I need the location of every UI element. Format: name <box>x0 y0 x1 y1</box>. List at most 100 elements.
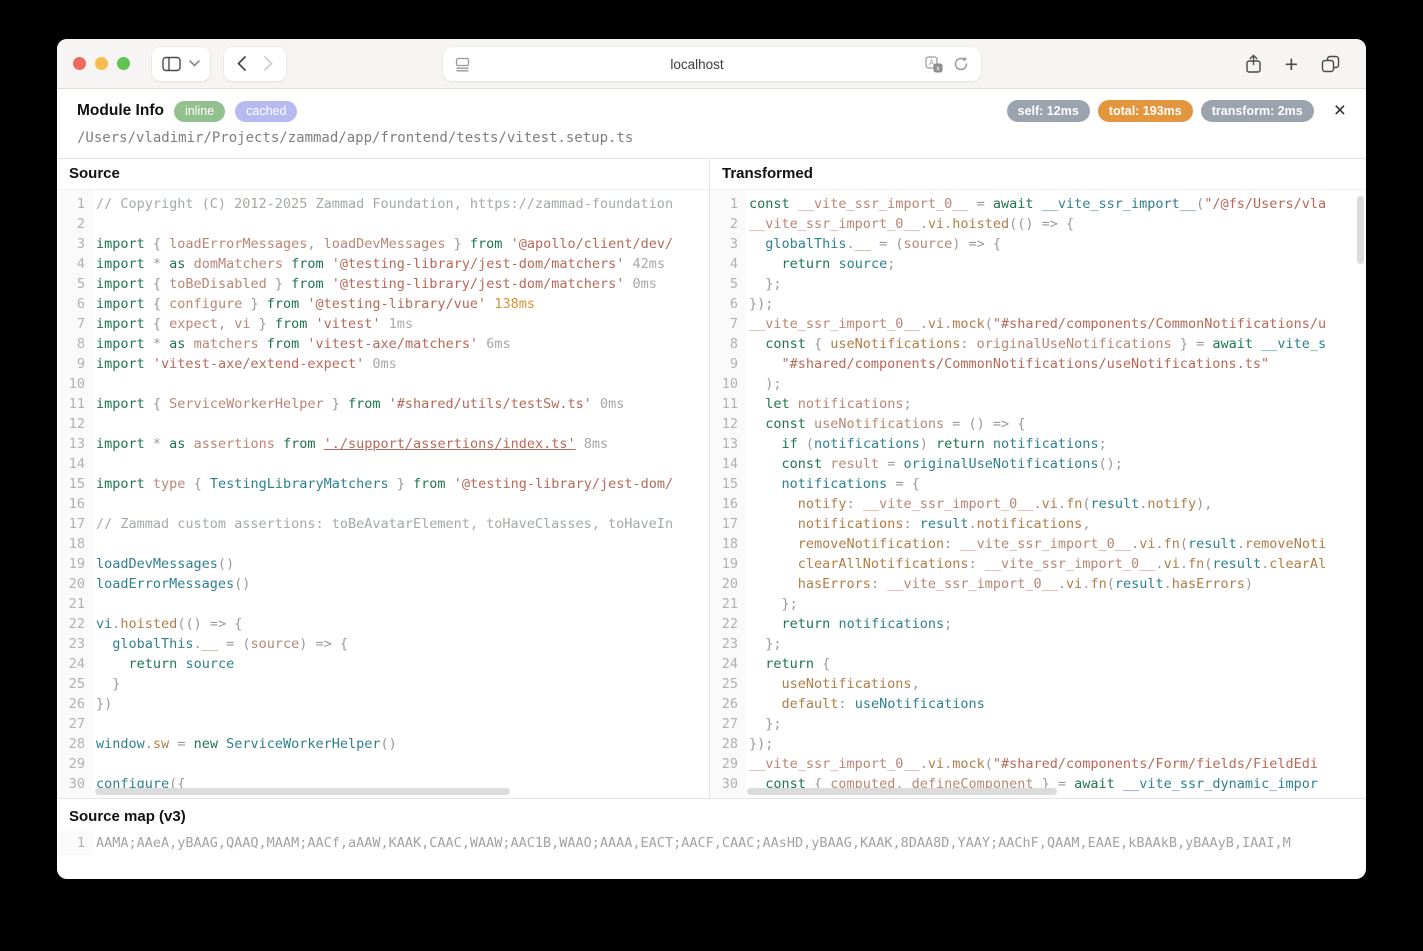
minimize-window-button[interactable] <box>95 57 108 70</box>
code-token: __vite_ssr_import_0__ <box>960 536 1131 552</box>
sidebar-toggle-button[interactable] <box>152 47 210 81</box>
url-text[interactable]: localhost <box>470 57 925 72</box>
code-token: globalThis <box>765 236 846 252</box>
code-text: }) <box>93 694 709 714</box>
new-tab-button[interactable]: + <box>1285 54 1298 74</box>
code-token: * <box>145 336 169 352</box>
code-token: 42ms <box>624 256 665 272</box>
code-token <box>749 516 798 532</box>
code-token: 'vitest-axe/extend-expect' <box>153 356 364 372</box>
tab-overview-icon[interactable] <box>1321 55 1340 73</box>
code-token: vi <box>1164 556 1180 572</box>
code-token: source <box>250 636 299 652</box>
code-token: ) <box>920 436 936 452</box>
code-text: hasErrors: __vite_ssr_import_0__.vi.fn(r… <box>746 574 1366 594</box>
code-token: : <box>960 336 976 352</box>
line-number: 15 <box>710 474 746 494</box>
code-line: 24 return { <box>710 654 1366 674</box>
back-button[interactable] <box>237 56 246 71</box>
code-token <box>1034 196 1042 212</box>
code-token <box>275 436 283 452</box>
line-number: 7 <box>57 314 93 334</box>
translate-icon[interactable]: Ax <box>925 56 943 73</box>
code-token: 0ms <box>592 396 625 412</box>
line-number: 29 <box>710 754 746 774</box>
code-line: 2__vite_ssr_import_0__.vi.hoisted(() => … <box>710 214 1366 234</box>
code-token: useNotifications <box>814 416 944 432</box>
code-token: __vite_ssr_import_0__ <box>749 316 920 332</box>
code-token <box>749 676 782 692</box>
code-token: fn <box>1090 576 1106 592</box>
code-line: 6}); <box>710 294 1366 314</box>
code-token: { <box>145 296 169 312</box>
reload-icon[interactable] <box>953 56 969 72</box>
reader-icon[interactable] <box>455 57 470 72</box>
code-token: __vite_ssr_import_0__ <box>749 756 920 772</box>
code-token <box>185 436 193 452</box>
line-number: 17 <box>710 514 746 534</box>
code-token: matchers <box>194 336 259 352</box>
code-token <box>790 196 798 212</box>
code-token: fn <box>1188 556 1204 572</box>
line-number: 8 <box>710 334 746 354</box>
transformed-horizontal-scrollbar[interactable] <box>747 788 1057 795</box>
share-icon[interactable] <box>1245 54 1262 74</box>
traffic-lights <box>73 57 130 70</box>
code-token: source <box>185 656 234 672</box>
code-token: . <box>1131 536 1139 552</box>
code-token <box>218 736 226 752</box>
code-token: }; <box>749 276 782 292</box>
code-token <box>1253 336 1261 352</box>
transformed-vertical-scrollbar[interactable] <box>1357 196 1364 264</box>
code-token: (() => { <box>177 616 242 632</box>
code-token: __ <box>855 236 871 252</box>
code-text: import * as assertions from './support/a… <box>93 434 709 454</box>
code-token: loadDevMessages <box>96 556 218 572</box>
code-line: 19 clearAllNotifications: __vite_ssr_imp… <box>710 554 1366 574</box>
code-token <box>749 336 765 352</box>
line-number: 22 <box>710 614 746 634</box>
code-token: result <box>1188 536 1237 552</box>
zoom-window-button[interactable] <box>117 57 130 70</box>
close-window-button[interactable] <box>73 57 86 70</box>
code-token: = { <box>887 476 920 492</box>
code-token: removeNoti <box>1245 536 1326 552</box>
code-line: 16 notify: __vite_ssr_import_0__.vi.fn(r… <box>710 494 1366 514</box>
code-token: = <box>968 196 992 212</box>
code-text <box>93 454 709 474</box>
module-info-header: Module Info inline cached self: 12ms tot… <box>57 89 1366 146</box>
code-line: 10 <box>57 374 709 394</box>
code-token: }); <box>749 296 773 312</box>
code-token: '@testing-library/vue' <box>307 296 486 312</box>
address-bar[interactable]: localhost Ax <box>443 47 981 81</box>
code-token: }; <box>749 596 798 612</box>
code-line: 26 default: useNotifications <box>710 694 1366 714</box>
code-line: 25 useNotifications, <box>710 674 1366 694</box>
code-token: } <box>324 396 348 412</box>
module-link[interactable]: './support/assertions/index.ts' <box>324 436 576 452</box>
code-text: }; <box>746 594 1366 614</box>
code-line: 8 const { useNotifications: originalUseN… <box>710 334 1366 354</box>
code-token <box>749 616 782 632</box>
source-horizontal-scrollbar[interactable] <box>95 788 510 795</box>
code-token: source <box>838 256 887 272</box>
code-text: }); <box>746 294 1366 314</box>
line-number: 13 <box>710 434 746 454</box>
code-token: TestingLibraryMatchers <box>210 476 389 492</box>
code-token: await <box>993 196 1034 212</box>
code-token: } <box>250 316 274 332</box>
code-token: return <box>936 436 985 452</box>
forward-button[interactable] <box>264 56 273 71</box>
code-token: . <box>1180 556 1188 572</box>
code-token: vi <box>234 316 250 332</box>
code-token: import <box>96 336 145 352</box>
code-text: notify: __vite_ssr_import_0__.vi.fn(resu… <box>746 494 1366 514</box>
code-token: result <box>830 456 879 472</box>
line-number: 26 <box>710 694 746 714</box>
code-token: { <box>145 396 169 412</box>
code-token: hasErrors <box>798 576 871 592</box>
total-time-badge: total: 193ms <box>1098 100 1193 122</box>
code-token: __vite_ssr_import_0__ <box>749 216 920 232</box>
code-token: // Zammad custom assertions: toBeAvatarE… <box>96 516 673 532</box>
close-panel-button[interactable]: × <box>1334 104 1346 118</box>
